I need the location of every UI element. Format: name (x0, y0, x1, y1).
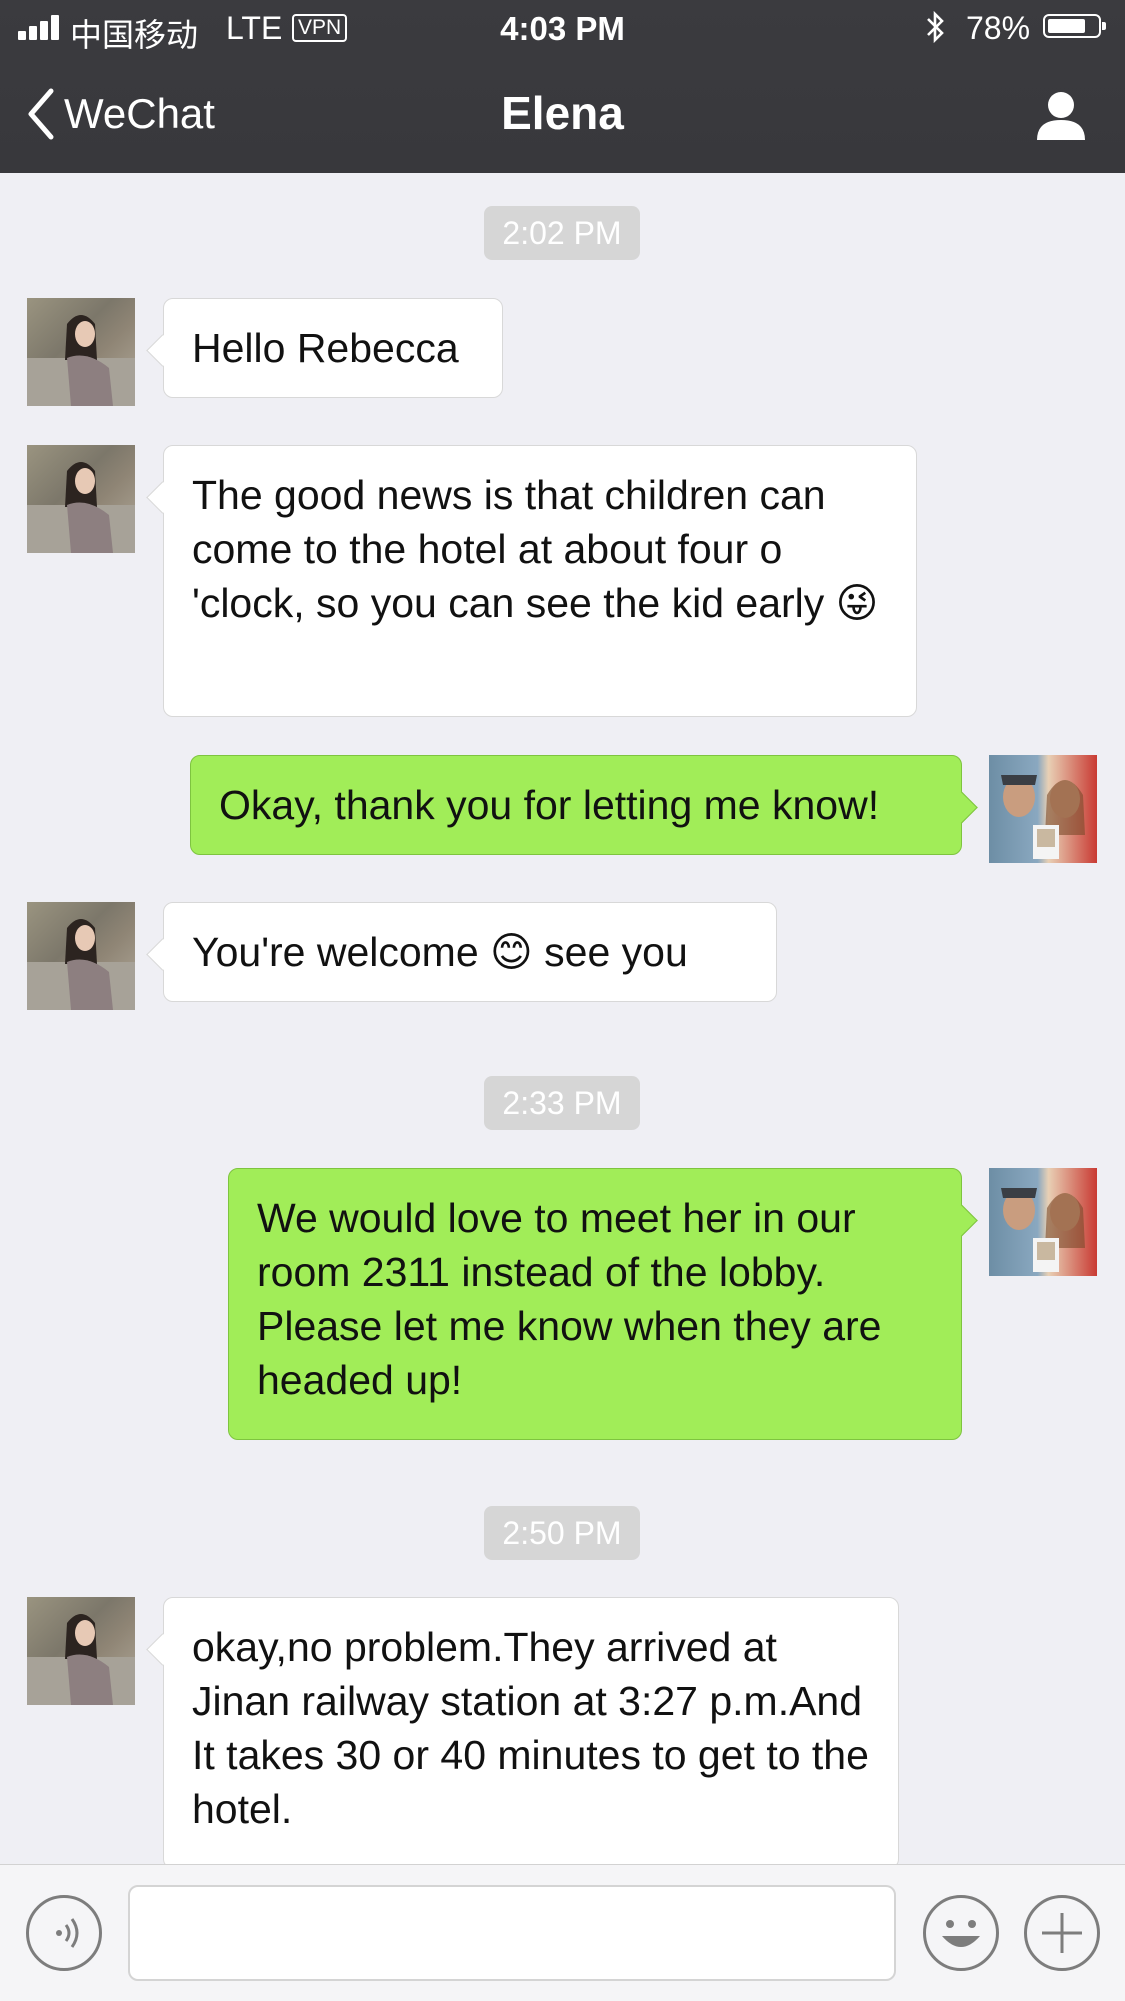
message-bubble-outgoing[interactable]: Okay, thank you for letting me know! (190, 755, 962, 855)
contact-avatar[interactable] (27, 445, 135, 553)
battery-icon (1043, 14, 1106, 38)
message-bubble-outgoing[interactable]: We would love to meet her in our room 23… (228, 1168, 962, 1440)
contact-avatar[interactable] (27, 1597, 135, 1705)
voice-input-button[interactable] (26, 1895, 102, 1971)
bluetooth-icon (924, 10, 948, 52)
chat-title: Elena (501, 87, 624, 139)
message-timestamp: 2:02 PM (484, 206, 640, 260)
voice-icon (56, 1918, 79, 1948)
top-bar: 中国移动 LTE VPN 4:03 PM 78% WeChat Elena (0, 0, 1125, 173)
contact-avatar[interactable] (27, 298, 135, 406)
plus-icon (1042, 1913, 1082, 1953)
message-input-bar (0, 1864, 1125, 2001)
navigation-bar: WeChat Elena (0, 56, 1125, 173)
message-timestamp: 2:50 PM (484, 1506, 640, 1560)
message-bubble-incoming[interactable]: You're welcome 😊 see you (163, 902, 777, 1002)
status-time: 4:03 PM (500, 10, 625, 47)
emoji-button[interactable] (923, 1895, 999, 1971)
user-avatar[interactable] (989, 1168, 1097, 1276)
status-bar: 中国移动 LTE VPN 4:03 PM 78% (0, 0, 1125, 56)
user-avatar[interactable] (989, 755, 1097, 863)
smiley-icon (942, 1920, 980, 1947)
message-input[interactable] (128, 1885, 896, 1981)
message-bubble-incoming[interactable]: The good news is that children can come … (163, 445, 917, 717)
message-timestamp: 2:33 PM (484, 1076, 640, 1130)
message-bubble-incoming[interactable]: okay,no problem.They arrived at Jinan ra… (163, 1597, 899, 1869)
contact-profile-icon[interactable] (1033, 88, 1089, 144)
contact-avatar[interactable] (27, 902, 135, 1010)
message-bubble-incoming[interactable]: Hello Rebecca (163, 298, 503, 398)
more-options-button[interactable] (1024, 1895, 1100, 1971)
battery-percent: 78% (966, 10, 1031, 46)
